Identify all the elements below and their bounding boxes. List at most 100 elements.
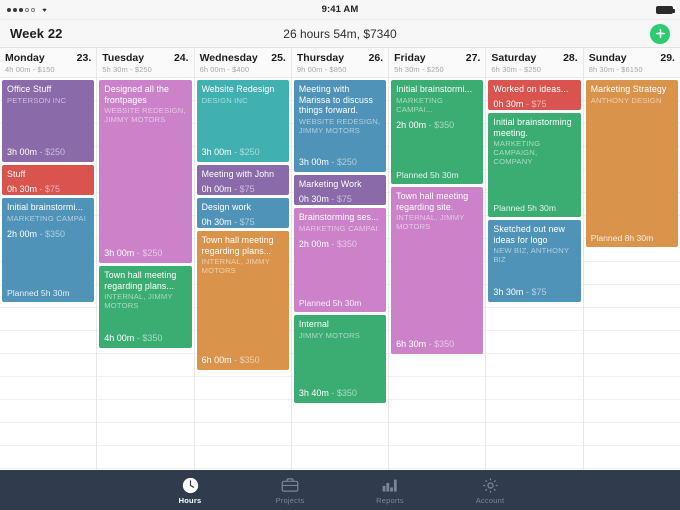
event-card[interactable]: Office Stuff PETERSON INC 3h 00m - $250	[2, 80, 95, 162]
event-footer: 3h 00m - $250	[7, 144, 89, 158]
day-body[interactable]: Initial brainstormi... MARKETING CAMPAI..…	[389, 78, 486, 470]
event-client: INTERNAL, JIMMY MOTORS	[104, 292, 173, 310]
event-card[interactable]: Town hall meeting regarding plans... INTE…	[99, 266, 192, 348]
event-card[interactable]: Design work 0h 30m - $75	[196, 198, 289, 228]
event-amount: - $75	[39, 183, 61, 194]
event-amount: - $350	[428, 119, 455, 130]
event-card[interactable]: Stuff 0h 30m - $75	[2, 165, 95, 195]
event-amount: - $75	[234, 216, 255, 227]
day-number: 27.	[465, 52, 481, 64]
day-column-sunday[interactable]: Sunday 29. 8h 30m - $6150 Marketing Strateg…	[583, 48, 680, 470]
briefcase-icon	[281, 476, 299, 495]
day-column-saturday[interactable]: Saturday 28. 6h 30m - $250 Worked on ideas.…	[486, 48, 584, 470]
week-summary: 26 hours 54m, $7340	[283, 26, 397, 41]
event-footer: 6h 30m - $350	[396, 336, 478, 350]
week-grid[interactable]: Monday 23. 4h 00m - $150 Office Stuff PETERS…	[0, 48, 680, 470]
event-card[interactable]: Marketing Work 0h 30m - $75	[293, 175, 387, 205]
event-amount: - $350	[39, 228, 66, 239]
event-list: Initial brainstormi... MARKETING CAMPAI..…	[389, 78, 485, 354]
day-body[interactable]: Worked on ideas... 0h 30m - $75 Initial br…	[486, 78, 583, 470]
event-duration: 2h 00m	[298, 238, 329, 249]
tab-label: Hours	[178, 495, 202, 505]
event-amount: - $250	[136, 248, 163, 258]
event-duration: 4h 00m	[104, 333, 135, 343]
event-footer: 3h 00m - $250	[104, 245, 186, 259]
event-footer: 6h 00m - $350	[202, 352, 284, 366]
event-footer: 4h 00m - $350	[104, 330, 186, 344]
day-totals: 6h 30m - $250	[491, 65, 542, 74]
status-bar-right	[656, 5, 675, 14]
tab-reports[interactable]: Reports	[340, 470, 440, 510]
event-card[interactable]: Meeting with John 0h 00m - $75	[196, 165, 289, 195]
day-column-thursday[interactable]: Thursday 26. 9h 00m - $850 Meeting with Mar…	[291, 48, 390, 470]
event-card[interactable]: Worked on ideas... 0h 30m - $75	[488, 80, 581, 110]
event-title: Town hall meeting regarding plans...	[104, 270, 177, 291]
event-amount: - $350	[136, 333, 163, 343]
event-card[interactable]: Marketing Strategy ANTHONY DESIGN Planned …	[585, 80, 678, 247]
event-card[interactable]: Initial brainstorming meeting. MARKETING …	[488, 113, 581, 217]
event-client: JIMMY MOTORS	[298, 330, 361, 340]
day-column-wednesday[interactable]: Wednesday 25. 6h 00m - $400 Website Redesig…	[194, 48, 292, 470]
event-list: Website Redesign DESIGN INC 3h 00m - $250 M…	[195, 78, 291, 370]
event-footer: 3h 40m - $350	[299, 385, 381, 399]
day-body[interactable]: Website Redesign DESIGN INC 3h 00m - $250 M…	[194, 78, 291, 470]
event-card[interactable]: Town hall meeting regarding site. INTERNA…	[391, 187, 484, 354]
tab-projects[interactable]: Projects	[240, 470, 340, 510]
event-card[interactable]: Sketched out new ideas for logo NEW BIZ, …	[488, 220, 581, 302]
event-client: INTERNAL, JIMMY MOTORS	[201, 257, 270, 275]
day-header: Wednesday 25. 6h 00m - $400	[194, 48, 291, 78]
event-duration: 0h 00m	[201, 183, 232, 194]
event-title: Initial brainstorming meeting.	[493, 117, 572, 138]
day-number: 24.	[173, 52, 189, 64]
event-duration: 0h 30m	[201, 216, 232, 227]
event-card[interactable]: Website Redesign DESIGN INC 3h 00m - $250	[196, 80, 289, 162]
event-card[interactable]: Designed all the frontpages WEBSITE REDES…	[99, 80, 192, 263]
day-number: 26.	[368, 52, 384, 64]
day-body[interactable]: Marketing Strategy ANTHONY DESIGN Planned …	[583, 78, 680, 470]
event-card[interactable]: Meeting with Marissa to discuss things f…	[293, 80, 387, 172]
event-title: Stuff	[7, 169, 26, 179]
day-body[interactable]: Office Stuff PETERSON INC 3h 00m - $250 Stu…	[0, 78, 97, 470]
day-name: Friday	[394, 52, 426, 64]
day-column-tuesday[interactable]: Tuesday 24. 5h 30m - $250 Designed all the …	[97, 48, 195, 470]
event-duration: 3h 30m	[493, 287, 524, 297]
tab-account[interactable]: Account	[440, 470, 540, 510]
event-planned-total: Planned 5h 30m	[493, 203, 556, 213]
add-entry-button[interactable]	[650, 23, 670, 44]
tab-hours[interactable]: Hours	[140, 470, 240, 510]
event-card[interactable]: Town hall meeting regarding plans... INTE…	[196, 231, 289, 370]
event-list: Designed all the frontpages WEBSITE REDES…	[97, 78, 193, 348]
bar-chart-icon	[381, 476, 399, 495]
day-header: Sunday 29. 8h 30m - $6150	[583, 48, 680, 78]
status-bar-clock: 9:41 AM	[321, 4, 359, 15]
event-client: ANTHONY DESIGN	[590, 95, 662, 105]
event-card[interactable]: Internal JIMMY MOTORS 3h 40m - $350	[293, 315, 387, 403]
event-card[interactable]: Brainstorming ses... MARKETING CAMPAI 2h 0…	[293, 208, 387, 312]
event-amount: - $250	[39, 147, 66, 157]
event-duration: 0h 30m	[7, 183, 38, 194]
day-body[interactable]: Meeting with Marissa to discuss things f…	[291, 78, 389, 470]
event-title: Designed all the frontpages	[104, 84, 169, 105]
event-client: NEW BIZ, ANTHONY BIZ	[493, 246, 570, 264]
tab-bar[interactable]: Hours Projects Reports Account	[0, 470, 680, 510]
event-title: Brainstorming ses...	[298, 212, 379, 222]
day-column-monday[interactable]: Monday 23. 4h 00m - $150 Office Stuff PETERS…	[0, 48, 98, 470]
event-title: Marketing Strategy	[590, 84, 667, 94]
event-footer: 0h 30m - $75	[299, 191, 381, 205]
event-title: Internal	[298, 319, 329, 329]
event-list: Marketing Strategy ANTHONY DESIGN Planned …	[584, 78, 680, 247]
day-column-friday[interactable]: Friday 27. 5h 30m - $250 Initial brainstorm…	[389, 48, 487, 470]
event-duration: 6h 00m	[201, 355, 232, 365]
event-list: Meeting with Marissa to discuss things f…	[292, 78, 388, 403]
event-client: DESIGN INC	[201, 95, 248, 105]
event-card[interactable]: Initial brainstormi... MARKETING CAMPAI..…	[391, 80, 484, 184]
event-footer: 3h 00m - $250	[299, 154, 381, 168]
event-title: Initial brainstormi...	[7, 202, 84, 212]
event-title: Worked on ideas...	[493, 84, 569, 94]
event-client: MARKETING CAMPAI...	[396, 95, 444, 114]
event-card[interactable]: Initial brainstormi... MARKETING CAMPAI 2h…	[2, 198, 95, 302]
event-client: WEBSITE REDESIGN, JIMMY MOTORS	[298, 116, 381, 135]
event-amount: - $75	[525, 287, 547, 297]
day-body[interactable]: Designed all the frontpages WEBSITE REDES…	[97, 78, 194, 470]
event-title: Design work	[201, 202, 252, 212]
